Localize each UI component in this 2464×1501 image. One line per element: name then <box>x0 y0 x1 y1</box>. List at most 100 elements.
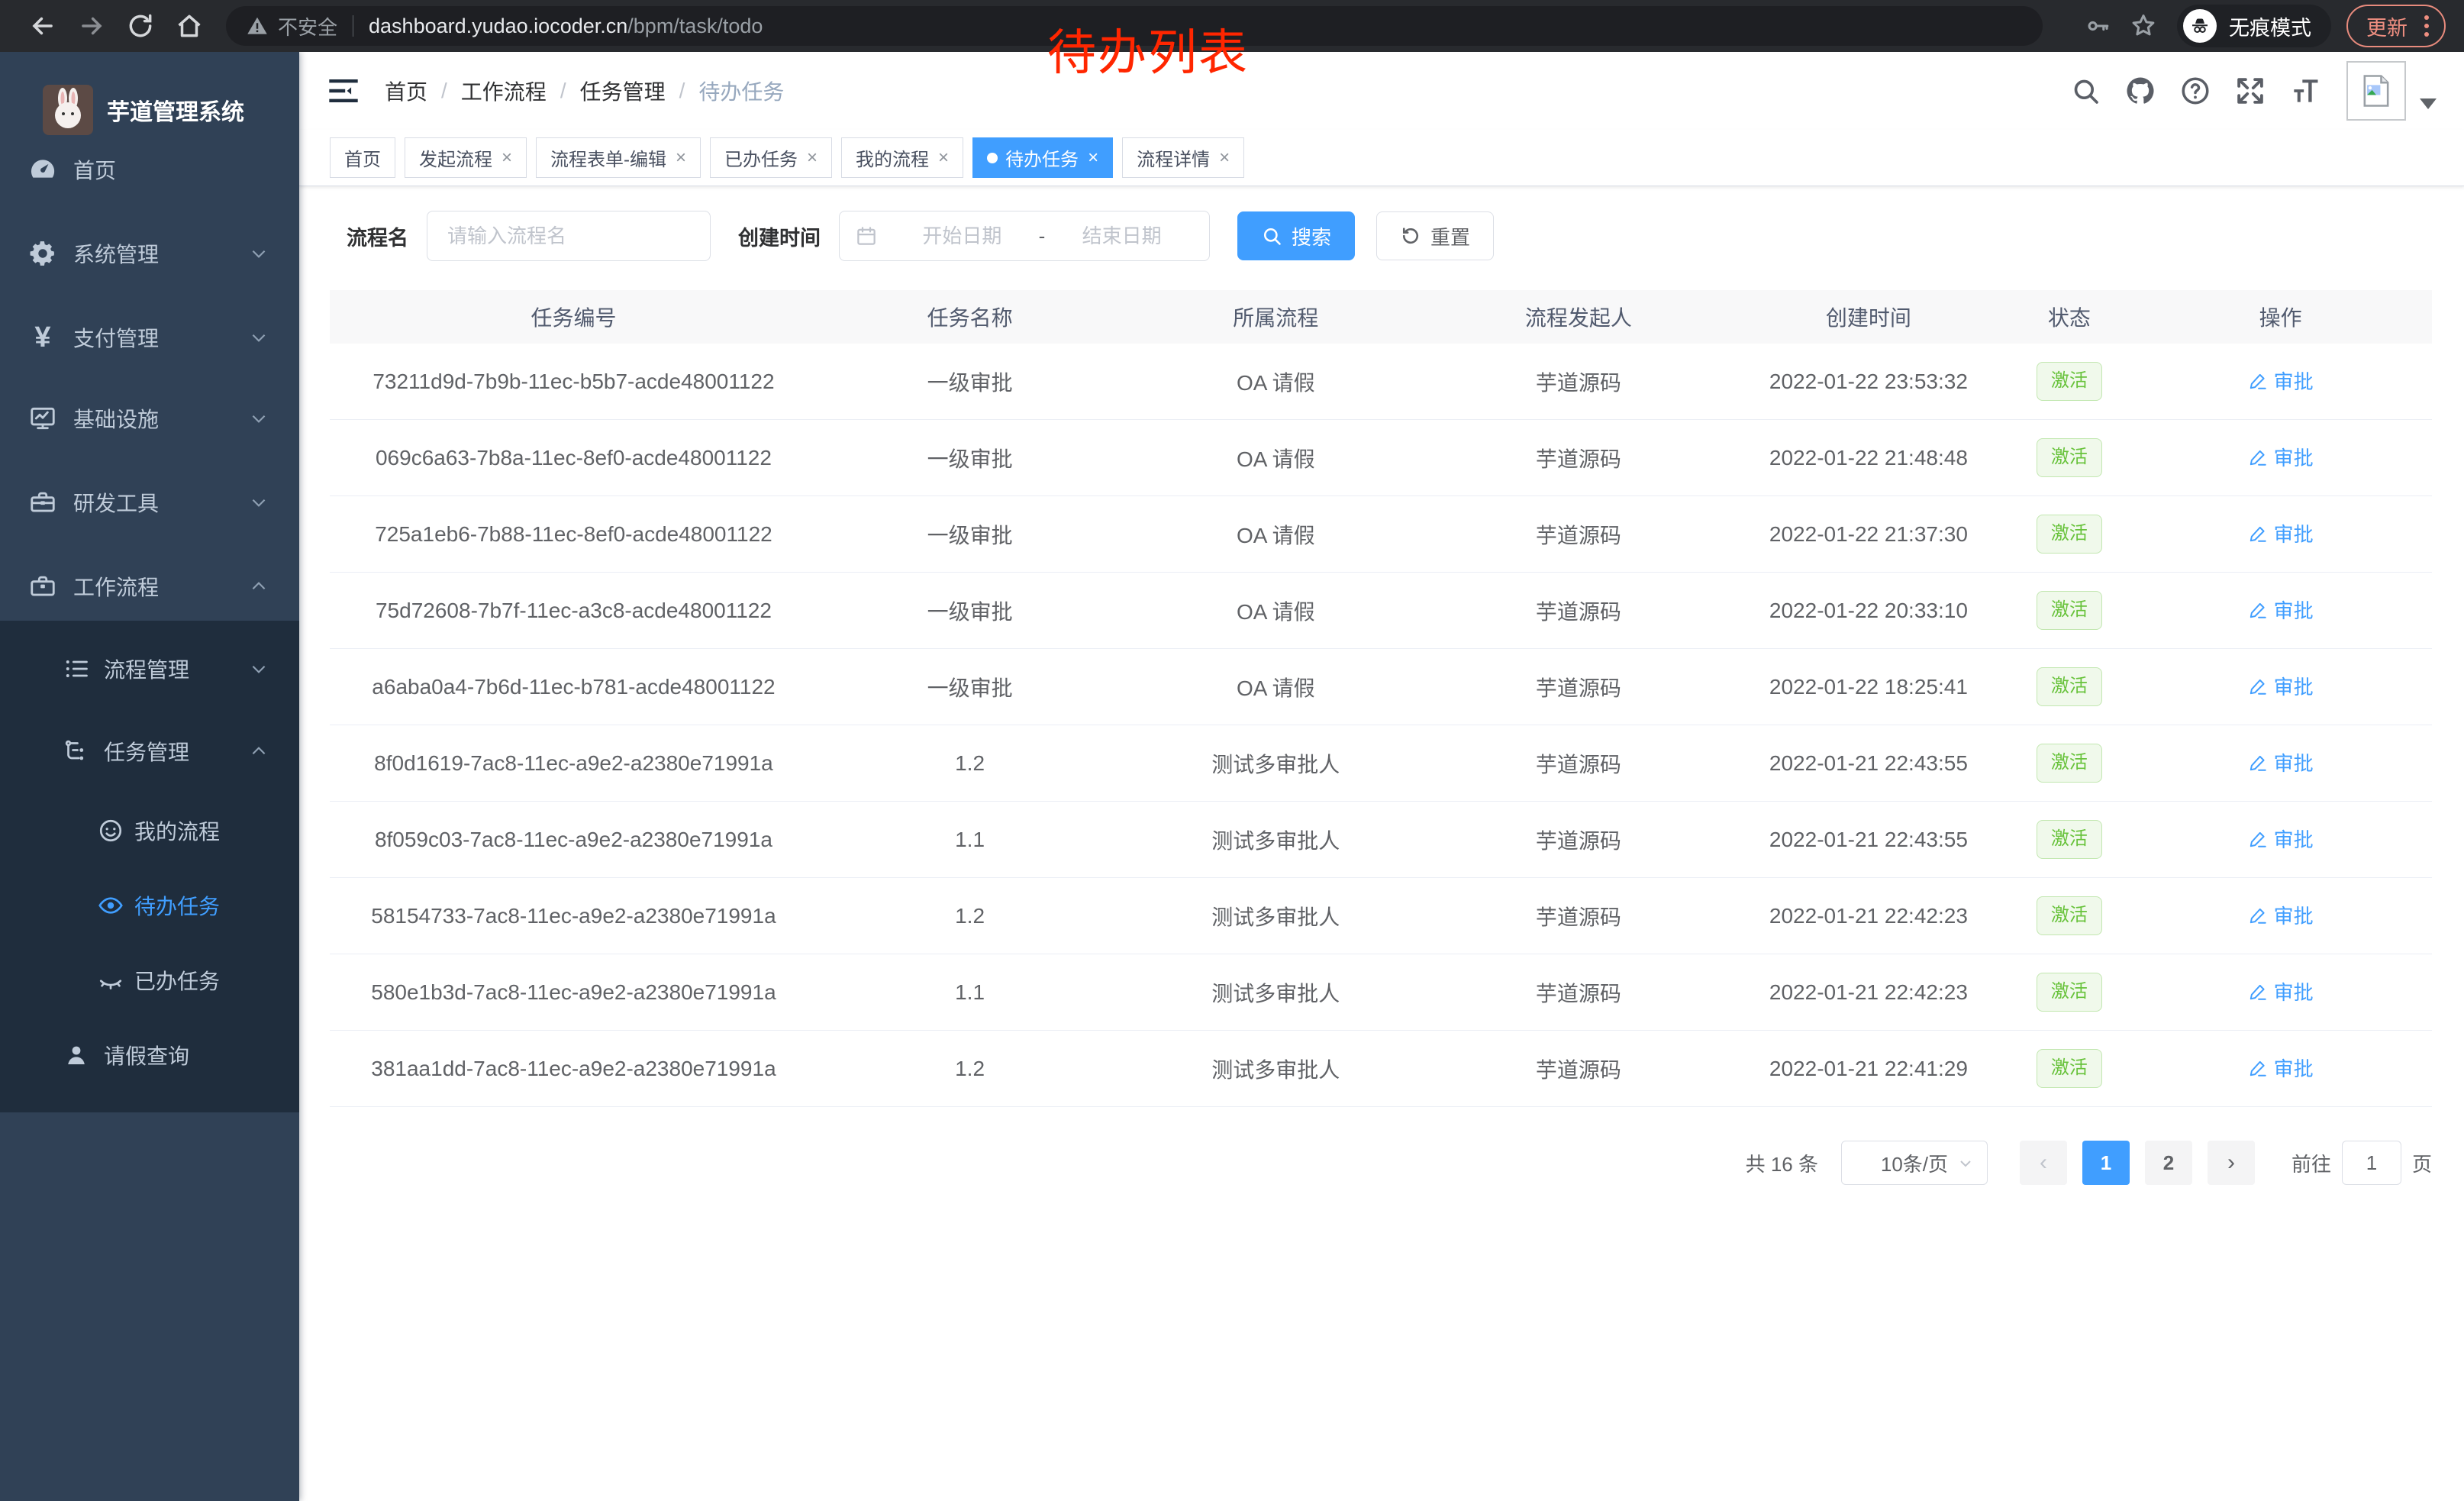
cell-process: OA 请假 <box>1122 443 1429 473</box>
approve-link[interactable]: 审批 <box>2248 901 2314 929</box>
cell-created: 2022-01-21 22:43:55 <box>1727 828 2009 852</box>
approve-link[interactable]: 审批 <box>2248 1054 2314 1082</box>
cell-created: 2022-01-21 22:42:23 <box>1727 980 2009 1005</box>
total-count-label: 共 16 条 <box>1746 1149 1818 1177</box>
fullscreen-icon[interactable] <box>2229 69 2272 112</box>
search-button[interactable]: 搜索 <box>1237 211 1355 260</box>
tab-start-process[interactable]: 发起流程× <box>405 137 527 178</box>
back-icon[interactable] <box>26 9 60 43</box>
help-icon[interactable] <box>2174 69 2217 112</box>
sidebar-item-system[interactable]: 系统管理 <box>0 223 299 284</box>
cell-process: 测试多审批人 <box>1122 825 1429 855</box>
approve-link[interactable]: 审批 <box>2248 519 2314 547</box>
cell-initiator: 芋道源码 <box>1429 366 1727 397</box>
tab-done-tasks[interactable]: 已办任务× <box>710 137 832 178</box>
sidebar-fold-icon[interactable] <box>325 73 362 109</box>
cell-task-id: 8f0d1619-7ac8-11ec-a9e2-a2380e71991a <box>330 751 818 776</box>
approve-link[interactable]: 审批 <box>2248 825 2314 853</box>
column-header-process: 所属流程 <box>1122 302 1429 332</box>
cell-task-name: 一级审批 <box>818 596 1122 626</box>
sidebar-item-payment[interactable]: ¥ 支付管理 <box>0 307 299 368</box>
date-range-picker[interactable]: - <box>839 211 1210 261</box>
sidebar-item-process-management[interactable]: 流程管理 <box>0 638 299 699</box>
forward-icon[interactable] <box>75 9 108 43</box>
sidebar-item-devtools[interactable]: 研发工具 <box>0 472 299 533</box>
app-header: 首页 / 工作流程 / 任务管理 / 待办任务 <box>299 52 2464 130</box>
close-icon[interactable]: × <box>1088 149 1098 167</box>
cell-task-name: 1.2 <box>818 904 1122 928</box>
bookmark-star-icon[interactable] <box>2127 9 2160 43</box>
browser-update-button[interactable]: 更新 <box>2346 5 2446 47</box>
status-badge: 激活 <box>2037 591 2102 630</box>
password-key-icon[interactable] <box>2081 9 2114 43</box>
tab-home[interactable]: 首页 <box>330 137 395 178</box>
red-annotation-text: 待办列表 <box>1047 14 1249 84</box>
approve-link[interactable]: 审批 <box>2248 977 2314 1006</box>
reset-button[interactable]: 重置 <box>1376 211 1494 260</box>
cell-process: 测试多审批人 <box>1122 1054 1429 1084</box>
tab-todo-tasks[interactable]: 待办任务× <box>972 137 1113 178</box>
sidebar-item-my-process[interactable]: 我的流程 <box>0 800 299 861</box>
cell-initiator: 芋道源码 <box>1429 1054 1727 1084</box>
search-icon[interactable] <box>2064 69 2107 112</box>
main-content: 首页 / 工作流程 / 任务管理 / 待办任务 <box>299 52 2464 1501</box>
approve-link[interactable]: 审批 <box>2248 748 2314 776</box>
sidebar-item-infrastructure[interactable]: 基础设施 <box>0 388 299 449</box>
status-badge: 激活 <box>2037 1049 2102 1088</box>
breadcrumb: 首页 / 工作流程 / 任务管理 / 待办任务 <box>385 76 784 106</box>
sidebar-item-leave-query[interactable]: 请假查询 <box>0 1025 299 1086</box>
tab-my-process[interactable]: 我的流程× <box>841 137 963 178</box>
goto-suffix-label: 页 <box>2412 1149 2432 1177</box>
page-button-2[interactable]: 2 <box>2145 1141 2192 1185</box>
close-icon[interactable]: × <box>1219 149 1230 167</box>
page-button-1[interactable]: 1 <box>2082 1141 2130 1185</box>
cell-process: 测试多审批人 <box>1122 901 1429 931</box>
sidebar-item-home[interactable]: 首页 <box>0 139 299 200</box>
end-date-input[interactable] <box>1050 224 1194 248</box>
toolbox-icon <box>27 487 58 518</box>
close-icon[interactable]: × <box>676 149 686 167</box>
cell-created: 2022-01-22 18:25:41 <box>1727 675 2009 699</box>
table-row: 381aa1dd-7ac8-11ec-a9e2-a2380e71991a 1.2… <box>330 1031 2432 1107</box>
close-icon[interactable]: × <box>502 149 512 167</box>
column-header-task-id: 任务编号 <box>330 302 818 332</box>
breadcrumb-task-management[interactable]: 任务管理 <box>580 76 666 106</box>
breadcrumb-current: 待办任务 <box>698 76 784 106</box>
sidebar-item-done-tasks[interactable]: 已办任务 <box>0 950 299 1011</box>
approve-link[interactable]: 审批 <box>2248 443 2314 471</box>
approve-link[interactable]: 审批 <box>2248 366 2314 395</box>
process-name-label: 流程名 <box>347 221 408 251</box>
font-size-icon[interactable] <box>2284 69 2327 112</box>
logo-avatar <box>43 85 93 135</box>
prev-page-button[interactable]: ‹ <box>2020 1141 2067 1185</box>
status-badge: 激活 <box>2037 362 2102 401</box>
sidebar-item-workflow[interactable]: 工作流程 <box>0 556 299 617</box>
page-size-select[interactable]: 10条/页 <box>1841 1141 1988 1185</box>
approve-link[interactable]: 审批 <box>2248 672 2314 700</box>
next-page-button[interactable]: › <box>2208 1141 2255 1185</box>
avatar-caret-icon[interactable] <box>2420 98 2437 109</box>
breadcrumb-home[interactable]: 首页 <box>385 76 427 106</box>
cell-created: 2022-01-21 22:42:23 <box>1727 904 2009 928</box>
browser-menu-icon[interactable] <box>2421 12 2432 40</box>
cell-initiator: 芋道源码 <box>1429 748 1727 779</box>
avatar-broken-image[interactable] <box>2346 61 2406 121</box>
start-date-input[interactable] <box>890 224 1034 248</box>
close-icon[interactable]: × <box>807 149 818 167</box>
approve-link[interactable]: 审批 <box>2248 596 2314 624</box>
chevron-down-icon <box>249 408 269 428</box>
breadcrumb-workflow[interactable]: 工作流程 <box>461 76 547 106</box>
edit-pencil-icon <box>2248 982 2268 1002</box>
sidebar-item-todo-tasks[interactable]: 待办任务 <box>0 875 299 936</box>
tab-process-detail[interactable]: 流程详情× <box>1122 137 1244 178</box>
goto-page-input[interactable] <box>2342 1141 2401 1185</box>
close-icon[interactable]: × <box>938 149 949 167</box>
table-row: 58154733-7ac8-11ec-a9e2-a2380e71991a 1.2… <box>330 878 2432 954</box>
tab-process-form-edit[interactable]: 流程表单-编辑× <box>536 137 701 178</box>
process-name-input[interactable] <box>427 211 711 261</box>
reload-icon[interactable] <box>124 9 157 43</box>
sidebar-item-task-management[interactable]: 任务管理 <box>0 721 299 782</box>
github-icon[interactable] <box>2119 69 2162 112</box>
home-icon[interactable] <box>173 9 206 43</box>
cell-task-id: 580e1b3d-7ac8-11ec-a9e2-a2380e71991a <box>330 980 818 1005</box>
